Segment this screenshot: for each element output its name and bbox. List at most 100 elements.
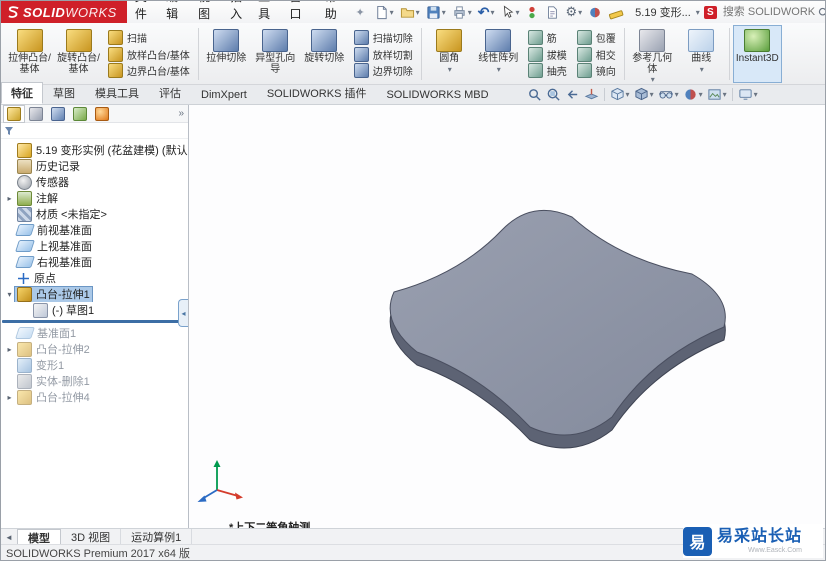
tree-expanded-icon[interactable]: ▾ (4, 290, 15, 299)
tree-filter-row[interactable] (1, 123, 188, 139)
tree-item-material[interactable]: 材质 <未指定> (1, 206, 188, 222)
edit-appearance-icon[interactable]: ▾ (681, 86, 705, 104)
lofted-cut-button[interactable]: 放样切割 (351, 46, 416, 63)
panel-collapse-handle[interactable]: ◂ (178, 299, 188, 327)
reference-geometry-button[interactable]: 参考几何体 ▾ (628, 25, 677, 84)
curves-button[interactable]: 曲线 ▾ (677, 25, 726, 83)
intersect-button[interactable]: 相交 (574, 46, 619, 63)
dropdown-arrow-icon[interactable]: ▾ (626, 90, 630, 99)
dropdown-arrow-icon[interactable]: ▾ (468, 8, 472, 17)
tab-dimxpert[interactable]: DimXpert (191, 86, 257, 104)
panel-expand-icon[interactable]: » (178, 108, 184, 119)
open-document-title[interactable]: 5.19 变形... (635, 4, 691, 20)
pin-menu-icon[interactable]: ✦ (355, 6, 364, 19)
tree-item-top-plane[interactable]: 上视基准面 (1, 238, 188, 254)
swept-cut-button[interactable]: 扫描切除 (351, 29, 416, 46)
file-properties-icon[interactable] (544, 2, 560, 22)
draft-button[interactable]: 拔模 (525, 46, 570, 63)
tree-item-boss-extrude1[interactable]: ▾ 凸台-拉伸1 (1, 286, 188, 302)
tab-3d-views[interactable]: 3D 视图 (61, 529, 122, 545)
display-manager-tab[interactable] (91, 105, 113, 123)
view-settings-icon[interactable]: ▾ (736, 86, 760, 104)
dropdown-arrow-icon[interactable]: ▾ (723, 90, 727, 99)
feature-manager-tab[interactable] (3, 105, 25, 123)
display-style-icon[interactable]: ▾ (632, 86, 656, 104)
tree-expand-icon[interactable]: ▸ (4, 345, 15, 354)
zoom-fit-icon[interactable] (525, 86, 544, 104)
revolved-boss-button[interactable]: 旋转凸台/基体 (54, 25, 103, 83)
lofted-boss-button[interactable]: 放样凸台/基体 (105, 46, 193, 63)
shell-button[interactable]: 抽壳 (525, 62, 570, 79)
search-input[interactable] (720, 5, 817, 19)
rib-button[interactable]: 筋 (525, 29, 570, 46)
boundary-cut-button[interactable]: 边界切除 (351, 62, 416, 79)
fillet-button[interactable]: 圆角 ▾ (425, 25, 474, 83)
view-orientation-icon[interactable]: ▾ (608, 86, 632, 104)
previous-view-icon[interactable] (563, 86, 582, 104)
print-icon[interactable]: ▾ (451, 2, 473, 22)
tree-item-front-plane[interactable]: 前视基准面 (1, 222, 188, 238)
mirror-button[interactable]: 镜向 (574, 62, 619, 79)
dropdown-arrow-icon[interactable]: ▾ (696, 8, 700, 17)
tree-item-body-delete1[interactable]: 实体-删除1 (1, 373, 188, 389)
zoom-area-icon[interactable] (544, 86, 563, 104)
property-manager-tab[interactable] (25, 105, 47, 123)
dimxpert-manager-tab[interactable] (69, 105, 91, 123)
rebuild-icon[interactable] (524, 2, 540, 22)
revolved-cut-button[interactable]: 旋转切除 (300, 25, 349, 83)
tree-item-right-plane[interactable]: 右视基准面 (1, 254, 188, 270)
tab-scroll-left-icon[interactable]: ◄ (1, 533, 17, 542)
tree-item-deform1[interactable]: 变形1 (1, 357, 188, 373)
tree-expand-icon[interactable]: ▸ (4, 393, 15, 402)
3d-viewport[interactable]: *上下二等角轴测 (189, 105, 825, 529)
tree-item-origin[interactable]: 原点 (1, 270, 188, 286)
tree-item-annotations[interactable]: ▸ 注解 (1, 190, 188, 206)
tab-sketch[interactable]: 草图 (43, 82, 85, 104)
swept-boss-button[interactable]: 扫描 (105, 29, 193, 46)
extruded-cut-button[interactable]: 拉伸切除 (202, 25, 251, 83)
tree-item-plane1[interactable]: 基准面1 (1, 325, 188, 341)
tab-solidworks-addins[interactable]: SOLIDWORKS 插件 (257, 82, 377, 104)
dropdown-arrow-icon[interactable]: ▾ (578, 8, 582, 17)
tree-expand-icon[interactable]: ▸ (4, 194, 15, 203)
tab-model[interactable]: 模型 (17, 528, 61, 546)
dropdown-arrow-icon[interactable]: ▾ (650, 90, 654, 99)
tab-features[interactable]: 特征 (1, 82, 43, 104)
tab-solidworks-mbd[interactable]: SOLIDWORKS MBD (376, 86, 498, 104)
dropdown-arrow-icon[interactable]: ▾ (699, 90, 703, 99)
open-file-icon[interactable]: ▾ (399, 2, 421, 22)
dropdown-arrow-icon[interactable]: ▾ (448, 65, 452, 74)
dropdown-arrow-icon[interactable]: ▾ (675, 90, 679, 99)
options-gear-icon[interactable]: ⚙ ▾ (564, 2, 583, 22)
tab-evaluate[interactable]: 评估 (149, 82, 191, 104)
tree-item-boss-extrude4[interactable]: ▸ 凸台-拉伸4 (1, 389, 188, 405)
dropdown-arrow-icon[interactable]: ▾ (651, 75, 655, 84)
tab-motion-study1[interactable]: 运动算例1 (121, 529, 193, 545)
tree-item-sensors[interactable]: 传感器 (1, 174, 188, 190)
hole-wizard-button[interactable]: 异型孔向导 (251, 25, 300, 83)
tree-item-part-name[interactable]: 5.19 变形实例 (花盆建模) (默认<<默认 (1, 142, 188, 158)
boundary-boss-button[interactable]: 边界凸台/基体 (105, 62, 193, 79)
measure-ruler-icon[interactable] (607, 2, 625, 22)
rollback-bar[interactable] (2, 320, 187, 323)
linear-pattern-button[interactable]: 线性阵列 ▾ (474, 25, 523, 83)
tree-item-history[interactable]: 历史记录 (1, 158, 188, 174)
section-view-icon[interactable] (582, 86, 601, 104)
search-magnifier-icon[interactable] (817, 6, 826, 19)
new-document-icon[interactable]: ▾ (373, 2, 395, 22)
undo-icon[interactable]: ↶ ▾ (477, 2, 496, 22)
search-box[interactable]: S ▾ (703, 5, 826, 19)
dropdown-arrow-icon[interactable]: ▾ (497, 65, 501, 74)
dropdown-arrow-icon[interactable]: ▾ (700, 65, 704, 74)
tab-mold-tools[interactable]: 模具工具 (85, 82, 149, 104)
save-icon[interactable]: ▾ (425, 2, 447, 22)
tree-item-sketch1[interactable]: (-) 草图1 (1, 302, 188, 318)
select-cursor-icon[interactable]: ▾ (499, 2, 520, 22)
apply-scene-icon[interactable]: ▾ (705, 86, 729, 104)
edit-appearance-quick-icon[interactable] (587, 2, 603, 22)
wrap-button[interactable]: 包覆 (574, 29, 619, 46)
configuration-manager-tab[interactable] (47, 105, 69, 123)
dropdown-arrow-icon[interactable]: ▾ (442, 8, 446, 17)
dropdown-arrow-icon[interactable]: ▾ (754, 90, 758, 99)
dropdown-arrow-icon[interactable]: ▾ (416, 8, 420, 17)
